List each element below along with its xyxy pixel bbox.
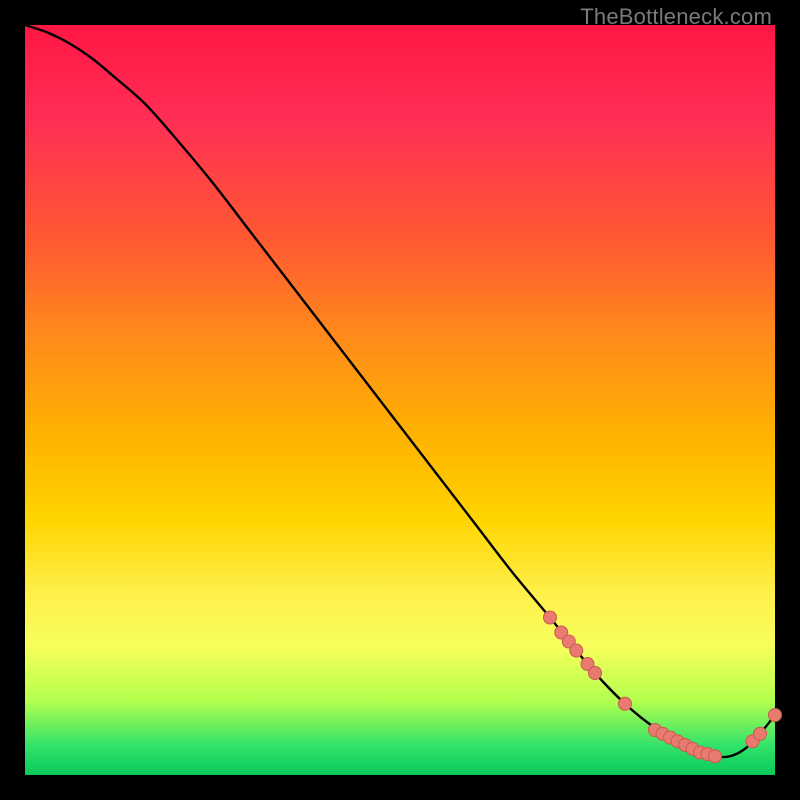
curve-marker [754,727,767,740]
bottleneck-curve [25,25,775,757]
curve-marker [544,611,557,624]
plot-area [25,25,775,775]
curve-svg [25,25,775,775]
curve-marker [769,709,782,722]
curve-marker [709,750,722,763]
curve-marker [589,667,602,680]
curve-marker [570,644,583,657]
chart-frame: TheBottleneck.com [0,0,800,800]
curve-marker [619,697,632,710]
curve-markers [544,611,782,763]
